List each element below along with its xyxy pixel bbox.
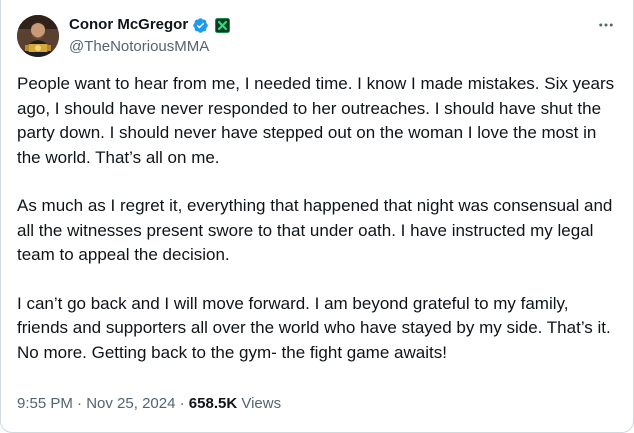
verified-badge-icon — [192, 17, 209, 34]
profile-photo — [17, 15, 59, 57]
author-handle[interactable]: @TheNotoriousMMA — [69, 38, 209, 56]
views-label: Views — [241, 395, 282, 412]
tweet-time: 9:55 PM — [17, 395, 73, 412]
tweet-meta: 9:55 PM · Nov 25, 2024 · 658.5K Views — [17, 394, 281, 414]
meta-separator: · — [179, 395, 185, 412]
avatar[interactable] — [17, 15, 59, 57]
tweet-paragraph: I can’t go back and I will move forward.… — [17, 293, 611, 362]
views-count: 658.5K — [188, 395, 238, 412]
display-name[interactable]: Conor McGregor — [69, 16, 188, 34]
meta-separator: · — [77, 395, 83, 412]
author-name-row: Conor McGregor — [69, 16, 231, 34]
tweet-date: Nov 25, 2024 — [86, 395, 176, 412]
tweet-paragraph: People want to hear from me, I needed ti… — [17, 74, 615, 167]
tweet-timestamp[interactable]: 9:55 PM · Nov 25, 2024 — [17, 395, 175, 412]
tweet-paragraph: As much as I regret it, everything that … — [17, 196, 613, 264]
affiliate-badge-icon[interactable] — [215, 17, 231, 33]
tweet-card: Conor McGregor @TheNotoriousMMA People w… — [0, 0, 634, 433]
tweet-text: People want to hear from me, I needed ti… — [17, 72, 617, 389]
more-options-icon[interactable] — [595, 14, 617, 36]
